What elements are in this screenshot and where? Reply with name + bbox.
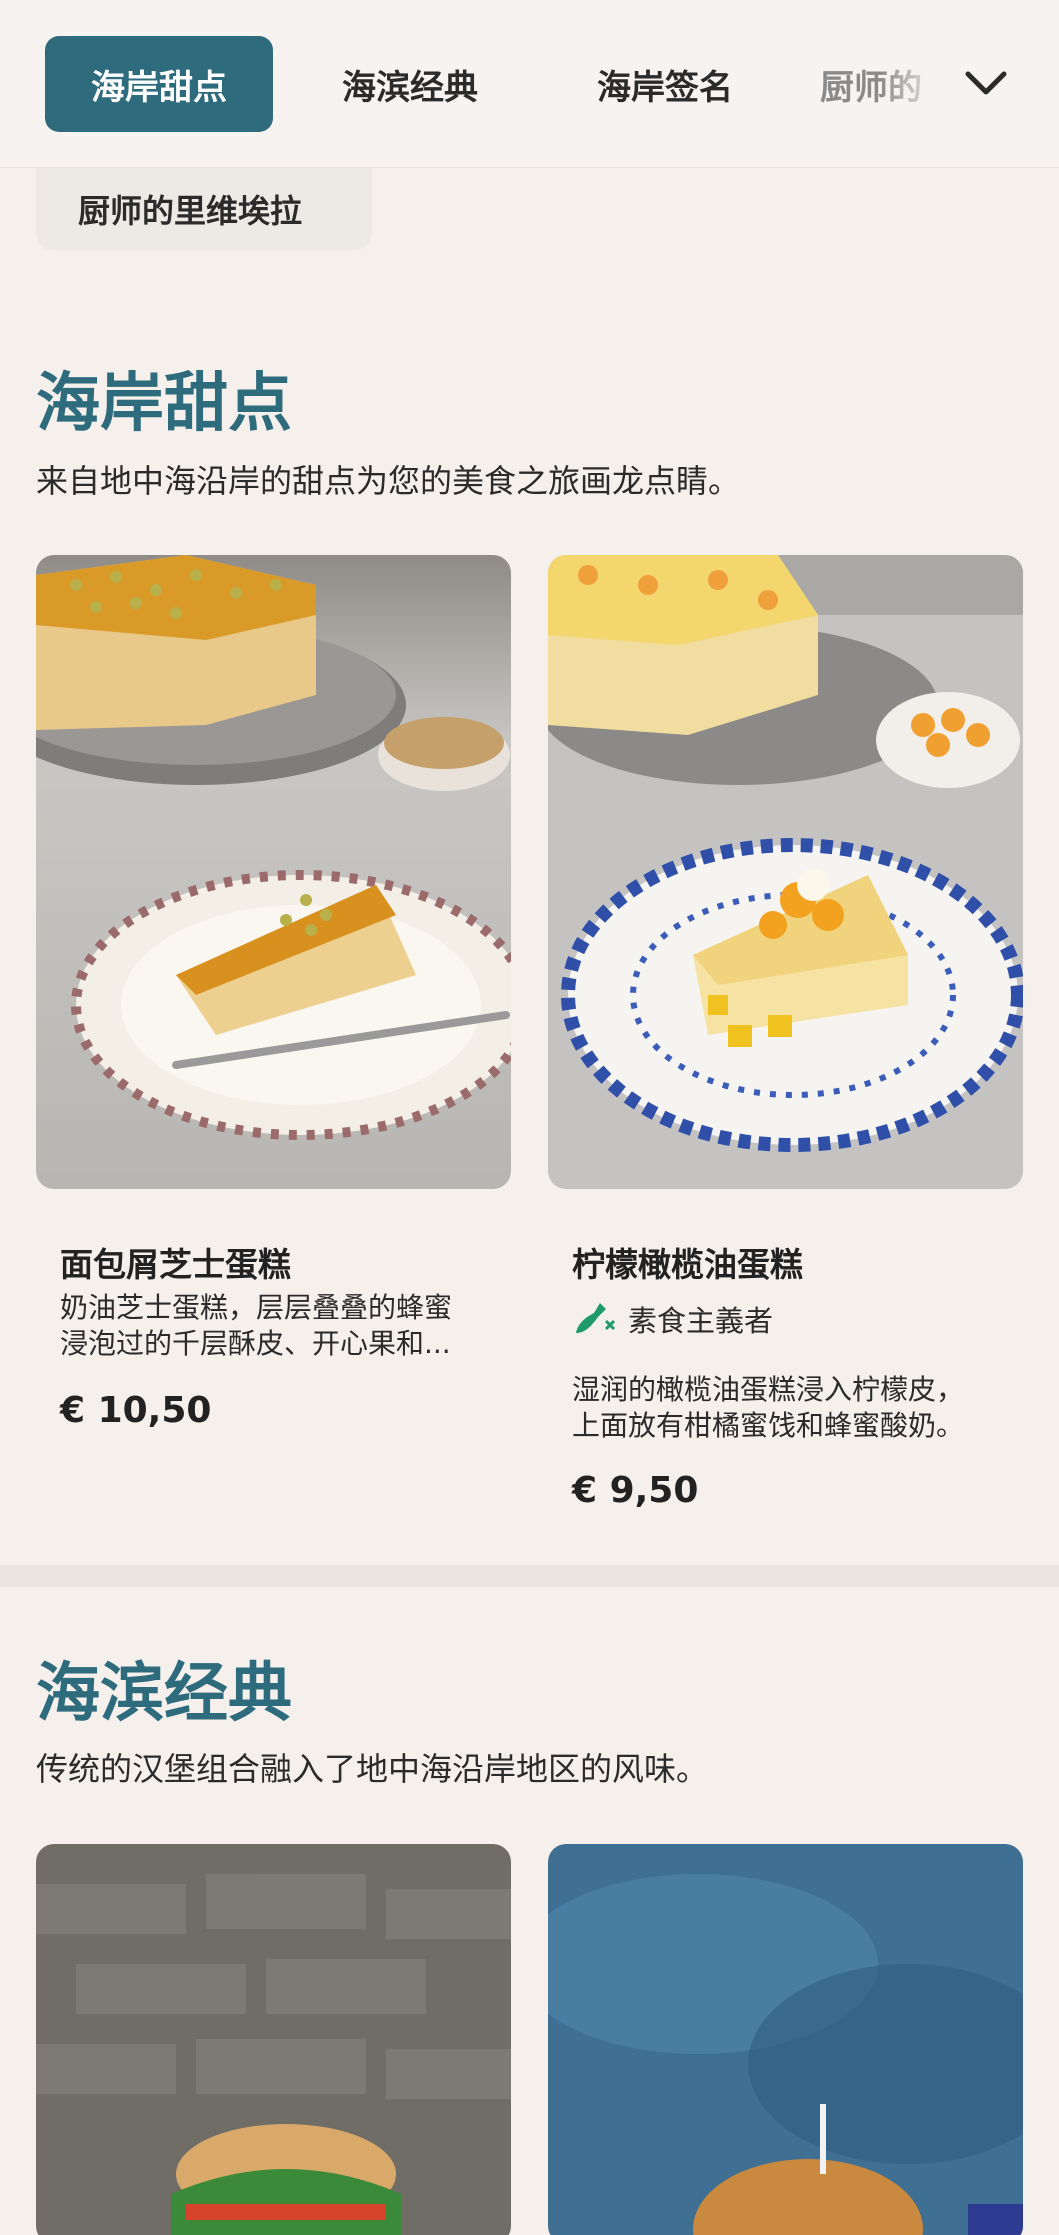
card-price: € 9,50: [572, 1470, 699, 1511]
card-description-line-1: 湿润的橄榄油蛋糕浸入柠檬皮，: [572, 1373, 965, 1406]
card-price: € 10,50: [60, 1390, 212, 1431]
card-description-line-2: 上面放有柑橘蜜饯和蜂蜜酸奶。: [572, 1409, 965, 1442]
category-pill-chefs-riviera[interactable]: 厨师的里维埃拉: [36, 168, 372, 250]
cheesecake-image[interactable]: [36, 555, 511, 1189]
burger-image[interactable]: [548, 1844, 1023, 2235]
tab-coastal-signatures[interactable]: 海岸签名: [560, 36, 770, 132]
lemon-olive-oil-cake-image[interactable]: [548, 555, 1023, 1189]
tab-coastal-desserts[interactable]: 海岸甜点: [45, 36, 273, 132]
badge-label: 素食主義者: [628, 1304, 774, 1338]
section-divider: [0, 1565, 1059, 1587]
card-name[interactable]: 面包屑芝士蛋糕: [60, 1238, 291, 1286]
tab-overflow-fade: [880, 36, 970, 132]
section-title: 海滨经典: [36, 1657, 292, 1731]
vegan-leg-icon: [576, 1303, 616, 1333]
card-description-line-1: 奶油芝士蛋糕，层层叠叠的蜂蜜: [60, 1291, 453, 1324]
section-title: 海岸甜点: [36, 367, 292, 441]
burger-image[interactable]: [36, 1844, 511, 2235]
vegan-badge: 素食主義者: [572, 1298, 773, 1340]
card-description-line-2: 浸泡过的千层酥皮、开心果和...: [60, 1327, 451, 1360]
category-nav: 海岸甜点 海滨经典 海岸签名 厨师的: [0, 0, 1059, 168]
tab-seaside-classics[interactable]: 海滨经典: [305, 36, 515, 132]
section-description: 传统的汉堡组合融入了地中海沿岸地区的风味。: [36, 1750, 709, 1788]
section-description: 来自地中海沿岸的甜点为您的美食之旅画龙点睛。: [36, 462, 741, 500]
card-name[interactable]: 柠檬橄榄油蛋糕: [572, 1238, 803, 1286]
chevron-down-icon[interactable]: [960, 58, 1012, 110]
